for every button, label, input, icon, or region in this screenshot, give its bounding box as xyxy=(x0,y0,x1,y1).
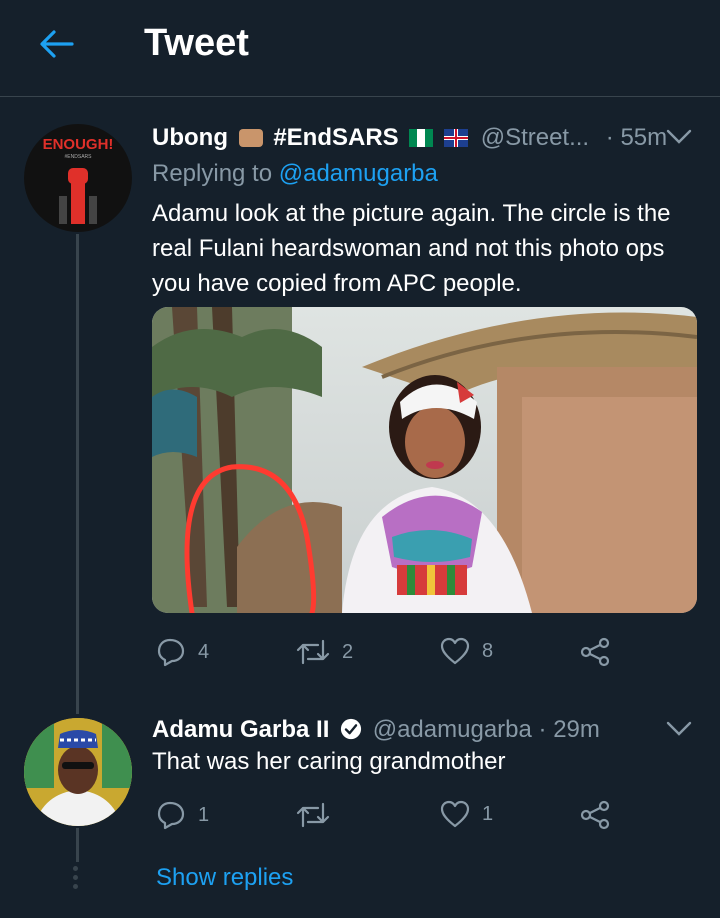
back-arrow-icon[interactable] xyxy=(38,28,74,60)
like-button[interactable]: 8 xyxy=(440,637,493,665)
reply-icon xyxy=(157,801,185,830)
reply-context: Replying to @adamugarba xyxy=(152,160,438,188)
tweet-time[interactable]: · 55m xyxy=(606,124,667,151)
tweet-actions: 1 1 xyxy=(152,800,632,840)
tweet-time[interactable]: · 29m xyxy=(539,716,600,743)
raised-fist-icon xyxy=(59,168,97,224)
thread-connector xyxy=(76,234,79,714)
author-handle[interactable]: @Street... xyxy=(481,124,589,151)
avatar[interactable] xyxy=(24,718,132,826)
fist-emoji-icon xyxy=(238,129,263,147)
author-name[interactable]: Ubong xyxy=(152,124,228,151)
tweet-actions: 4 2 8 xyxy=(152,637,632,677)
retweet-button[interactable]: 2 xyxy=(296,637,353,667)
like-count: 8 xyxy=(482,639,494,662)
author-handle[interactable]: @adamugarba xyxy=(373,716,532,743)
verified-icon xyxy=(340,718,362,740)
retweet-icon xyxy=(296,802,330,828)
share-button[interactable] xyxy=(580,637,610,667)
uk-flag-icon xyxy=(444,129,469,147)
retweet-icon xyxy=(296,639,330,665)
chevron-down-icon[interactable] xyxy=(666,720,692,738)
thread-connector-2 xyxy=(76,828,79,862)
nigeria-flag-icon xyxy=(409,129,434,147)
share-icon xyxy=(580,800,610,830)
tweet-text: That was her caring grandmother xyxy=(152,748,506,775)
reply-button[interactable]: 1 xyxy=(156,800,209,830)
reply-count: 1 xyxy=(198,803,210,826)
share-icon xyxy=(580,637,610,667)
avatar-logo-text: ENOUGH! xyxy=(42,136,114,153)
reply-icon xyxy=(157,638,185,667)
retweet-button[interactable] xyxy=(296,800,342,830)
replying-label: Replying to xyxy=(152,160,273,187)
top-bar: Tweet xyxy=(0,0,720,97)
like-button[interactable]: 1 xyxy=(440,800,493,828)
tweet-text: Adamu look at the picture again. The cir… xyxy=(152,200,671,297)
show-replies-link[interactable]: Show replies xyxy=(156,864,293,892)
retweet-count: 2 xyxy=(342,640,354,663)
avatar[interactable]: ENOUGH! #ENDSARS xyxy=(24,124,132,232)
tweet-photo[interactable] xyxy=(152,307,697,613)
avatar-logo-subtext: #ENDSARS xyxy=(64,154,92,160)
tweet-header: Adamu Garba II @adamugarba · 29m xyxy=(152,716,600,744)
like-icon xyxy=(440,800,470,828)
author-name[interactable]: Adamu Garba II xyxy=(152,716,329,743)
like-icon xyxy=(440,637,470,665)
author-hashtag: #EndSARS xyxy=(273,124,399,151)
chevron-down-icon[interactable] xyxy=(666,128,692,146)
page-title: Tweet xyxy=(144,22,249,64)
photo-illustration xyxy=(152,307,697,613)
avatar-photo xyxy=(24,718,132,826)
like-count: 1 xyxy=(482,802,494,825)
reply-to-link[interactable]: @adamugarba xyxy=(279,160,438,187)
reply-button[interactable]: 4 xyxy=(156,637,209,667)
tweet-header: Ubong #EndSARS @Street... · 55m xyxy=(152,124,667,152)
share-button[interactable] xyxy=(580,800,610,830)
thread-dots xyxy=(73,866,78,889)
reply-count: 4 xyxy=(198,640,210,663)
